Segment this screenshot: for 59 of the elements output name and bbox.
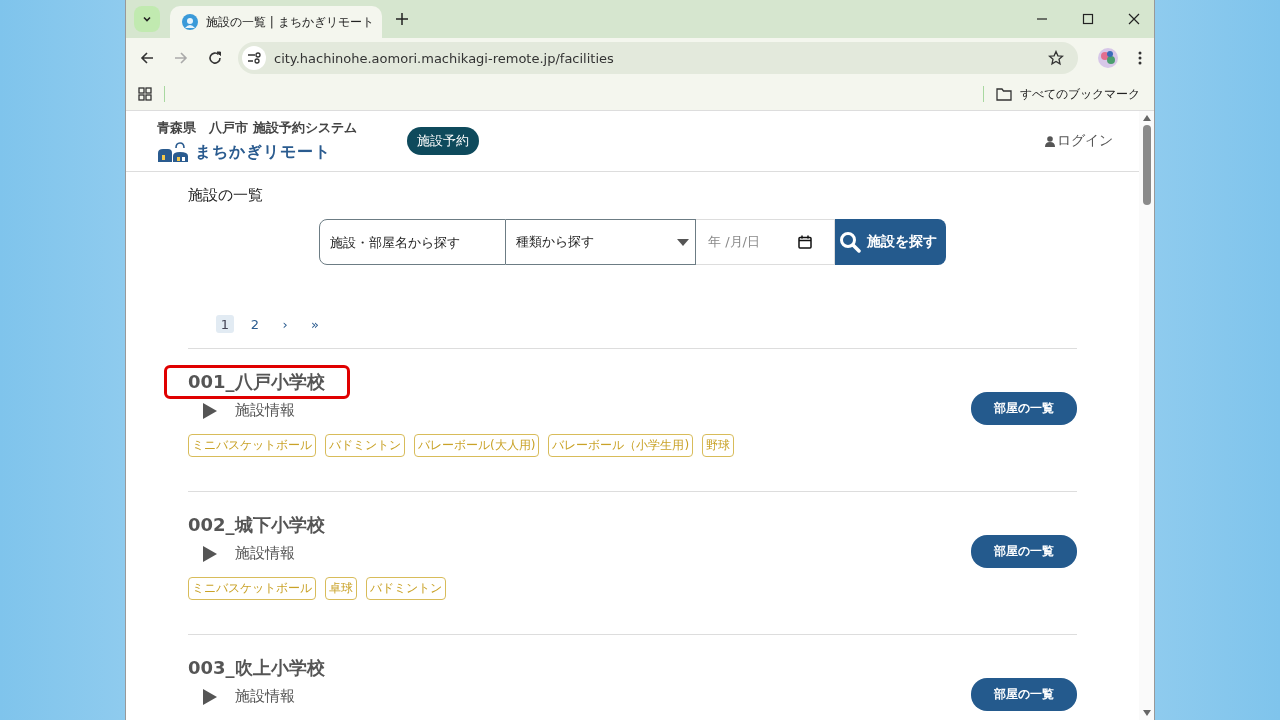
scrollbar-thumb[interactable]: [1142, 125, 1151, 205]
room-list-button[interactable]: 部屋の一覧: [971, 391, 1077, 425]
page-link[interactable]: ›: [276, 315, 294, 333]
tag: バドミントン: [325, 434, 405, 457]
region-title: 青森県 八戸市 施設予約システム: [157, 119, 357, 137]
tag: バドミントン: [366, 577, 446, 600]
facility-info-toggle[interactable]: 施設情報: [203, 687, 971, 706]
facility-booking-button[interactable]: 施設予約: [406, 127, 479, 155]
tag: ミニバスケットボール: [188, 577, 316, 600]
page-link[interactable]: 1: [216, 315, 234, 333]
apps-icon[interactable]: [138, 87, 152, 101]
play-triangle-icon: [203, 545, 217, 562]
browser-tab[interactable]: 施設の一覧 | まちかぎリモート: [170, 6, 382, 38]
date-field[interactable]: 年 /月/日: [696, 219, 835, 265]
new-tab-icon[interactable]: [396, 13, 408, 25]
name-search-field[interactable]: 施設・部屋名から探す: [319, 219, 506, 265]
facility-name: 002_城下小学校: [187, 513, 326, 537]
tag: 卓球: [325, 577, 357, 600]
tab-title: 施設の一覧 | まちかぎリモート: [206, 13, 374, 31]
facility-name: 001_八戸小学校: [164, 365, 350, 399]
tag: 野球: [702, 434, 735, 457]
tag: ミニバスケットボール: [188, 434, 316, 457]
star-icon[interactable]: [1048, 50, 1064, 66]
menu-icon[interactable]: [1138, 51, 1142, 65]
site-settings-icon[interactable]: [242, 46, 266, 70]
tag: バレーボール(大人用): [414, 434, 540, 457]
room-list-button[interactable]: 部屋の一覧: [971, 677, 1077, 711]
logo-text: まちかぎリモート: [195, 141, 331, 163]
reload-icon[interactable]: [208, 51, 222, 65]
dropdown-caret-icon: [677, 238, 689, 246]
maximize-icon[interactable]: [1082, 13, 1094, 25]
calendar-icon[interactable]: [798, 235, 812, 249]
all-bookmarks-button[interactable]: すべてのブックマーク: [996, 85, 1140, 103]
scroll-down-icon[interactable]: [1142, 710, 1151, 716]
facility-info-toggle[interactable]: 施設情報: [203, 544, 971, 563]
logo-icon: [157, 141, 189, 163]
chevron-down-icon: [142, 14, 152, 24]
search-button[interactable]: 施設を探す: [835, 219, 946, 265]
scroll-up-icon[interactable]: [1142, 115, 1151, 121]
url-text: city.hachinohe.aomori.machikagi-remote.jp/facilities: [274, 50, 614, 66]
facility-info-toggle[interactable]: 施設情報: [203, 401, 971, 420]
type-select[interactable]: 種類から探す: [506, 219, 696, 265]
close-window-icon[interactable]: [1128, 13, 1140, 25]
favicon-icon: [182, 14, 198, 30]
facility-name: 003_吹上小学校: [187, 656, 326, 680]
back-icon[interactable]: [140, 51, 154, 65]
page-link[interactable]: 2: [246, 315, 264, 333]
search-icon: [839, 231, 861, 253]
address-bar[interactable]: city.hachinohe.aomori.machikagi-remote.jp/facilities: [238, 42, 1078, 74]
profile-avatar-icon[interactable]: [1098, 48, 1118, 68]
tag: バレーボール（小学生用): [548, 434, 694, 457]
room-list-button[interactable]: 部屋の一覧: [971, 534, 1077, 568]
page-title: 施設の一覧: [188, 186, 264, 205]
play-triangle-icon: [203, 402, 217, 419]
user-icon: [1045, 135, 1055, 147]
folder-icon: [996, 87, 1012, 101]
login-link[interactable]: ログイン: [1045, 132, 1113, 150]
play-triangle-icon: [203, 688, 217, 705]
page-link[interactable]: »: [306, 315, 324, 333]
